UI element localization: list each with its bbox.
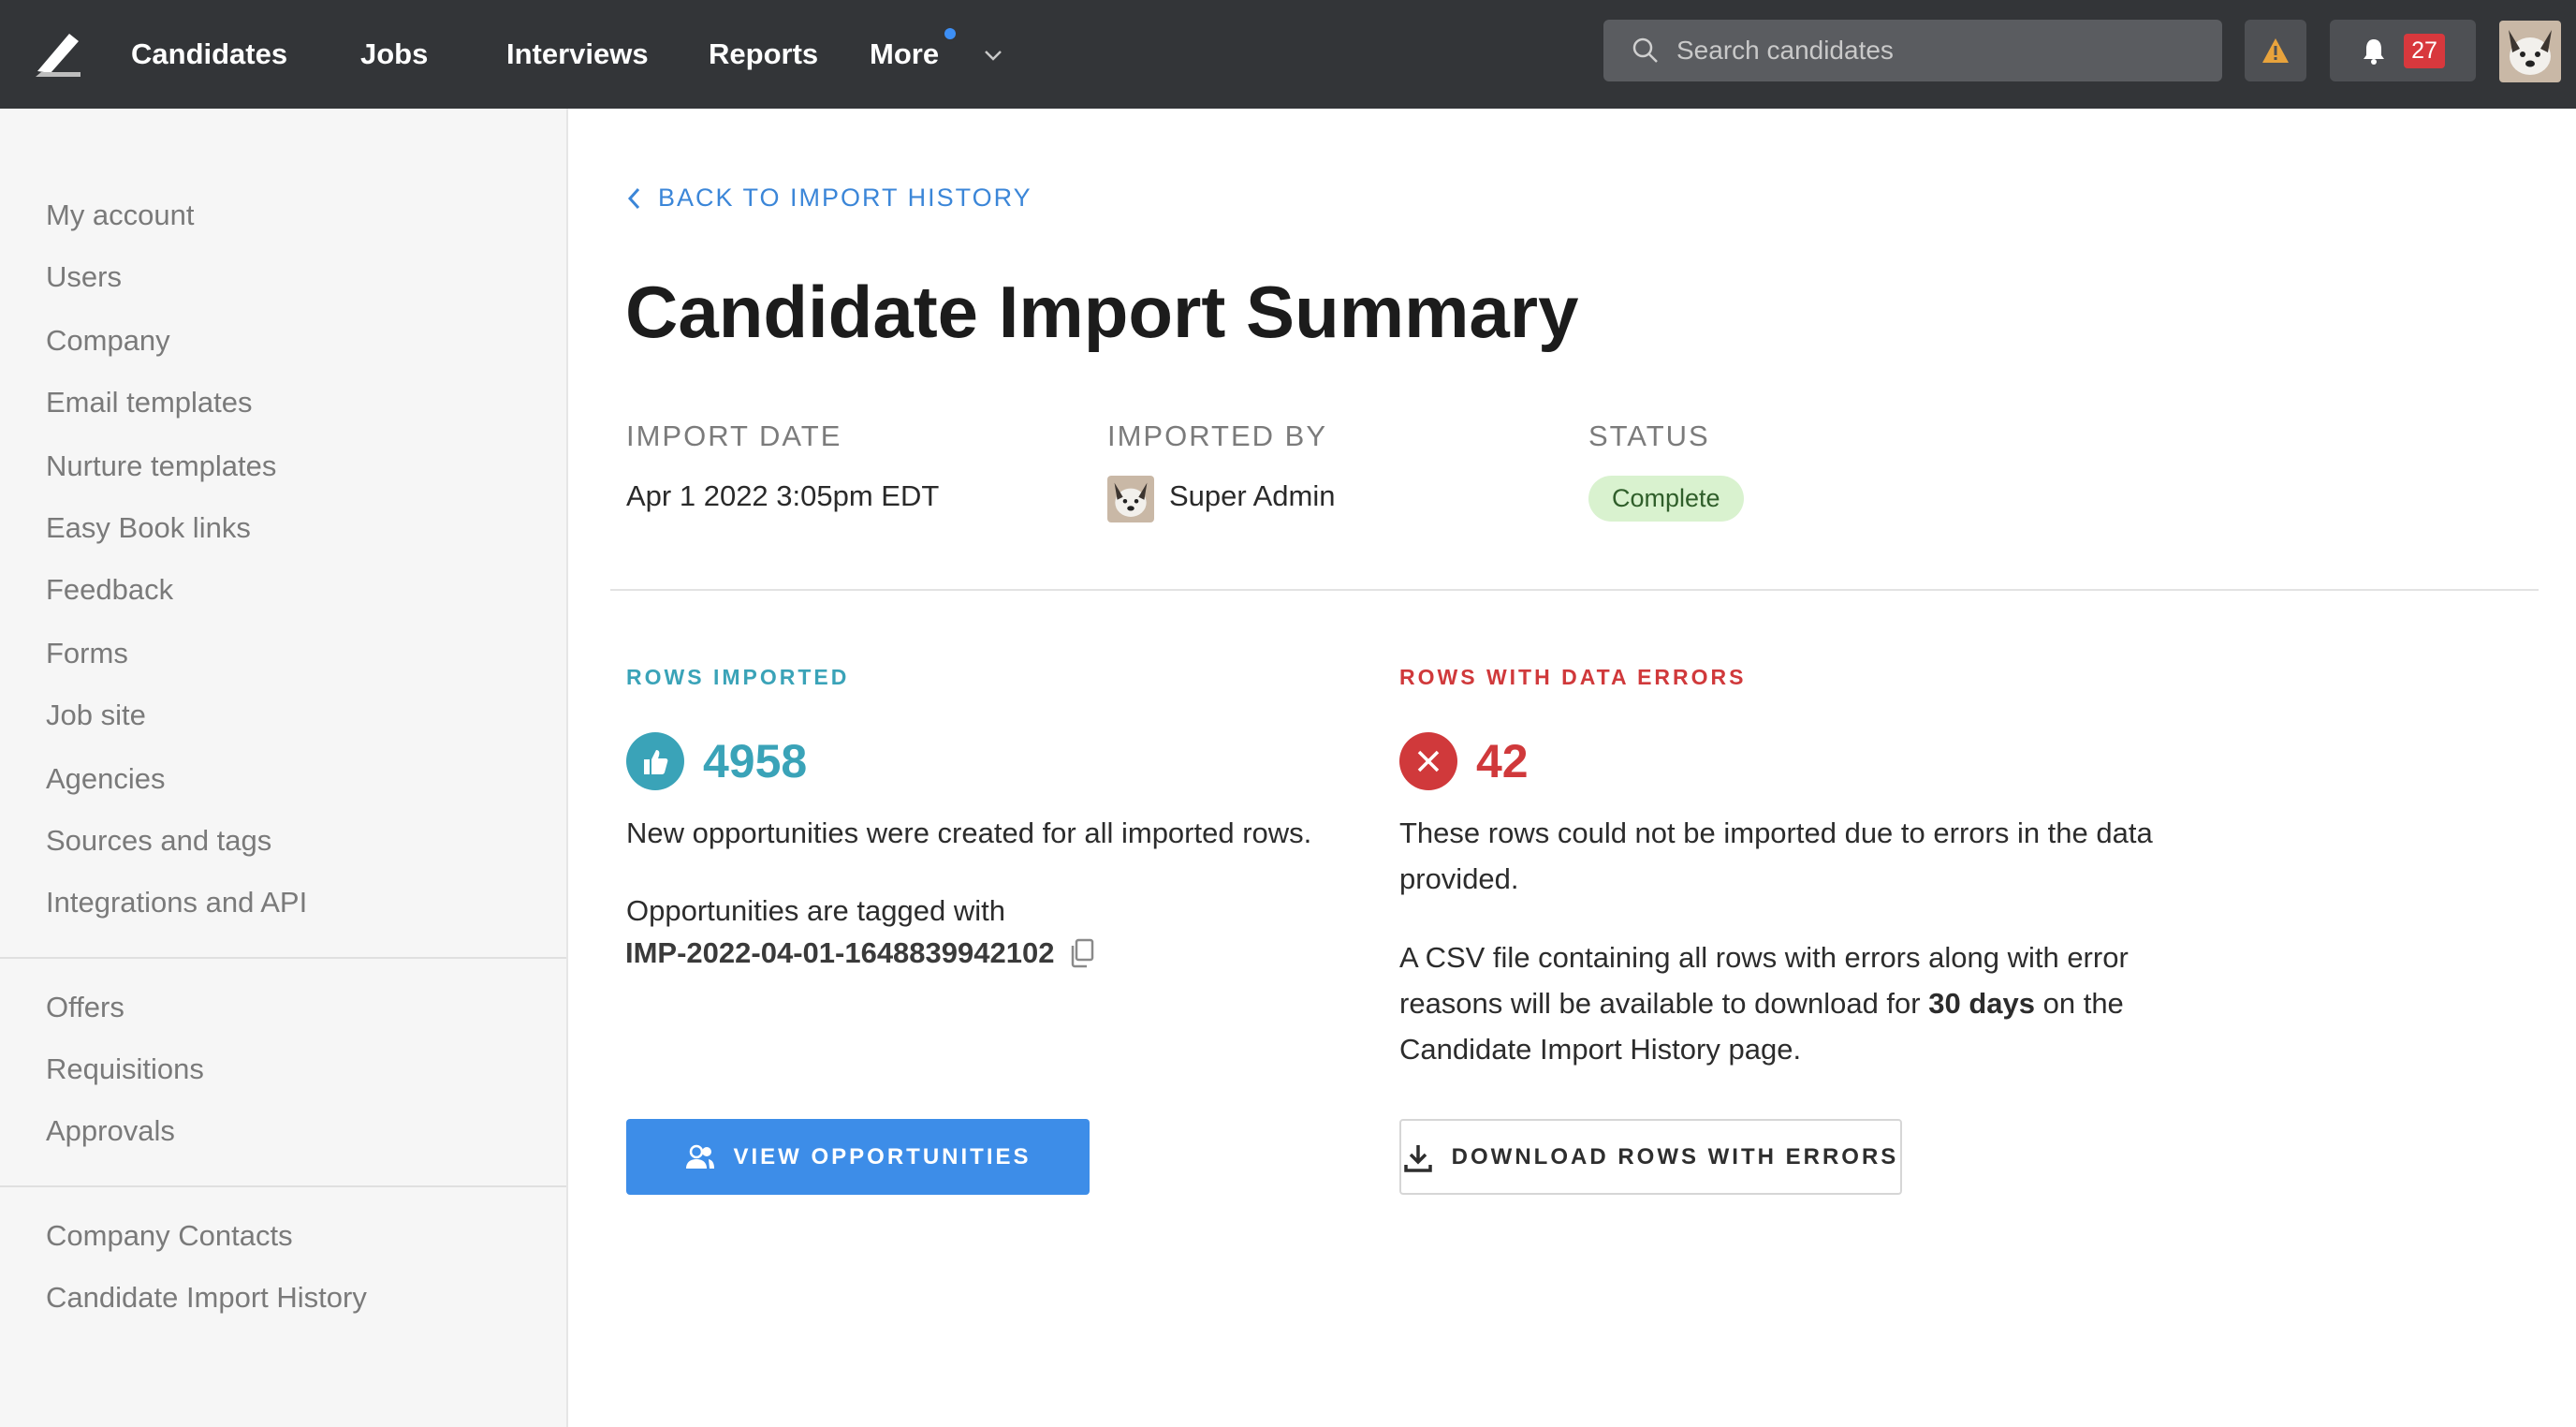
sidebar-item-company[interactable]: Company [46, 324, 170, 358]
sidebar-item-easy-book-links[interactable]: Easy Book links [46, 511, 251, 545]
search-icon [1632, 37, 1658, 63]
notification-count-badge: 27 [2404, 33, 2445, 68]
sidebar-item-users[interactable]: Users [46, 260, 122, 294]
sidebar-item-approvals[interactable]: Approvals [46, 1114, 175, 1148]
bell-icon [2364, 39, 2385, 65]
status-badge: Complete [1588, 476, 1744, 522]
nav-candidates[interactable]: Candidates [131, 0, 287, 109]
imported-by-value: Super Admin [1169, 479, 1336, 512]
rows-with-errors-count: 42 [1476, 735, 1529, 787]
download-rows-label: DOWNLOAD ROWS WITH ERRORS [1451, 1143, 1899, 1170]
search-box[interactable] [1603, 20, 2222, 81]
back-link-label: BACK TO IMPORT HISTORY [658, 184, 1032, 212]
rows-imported-count: 4958 [703, 735, 808, 787]
rows-imported-description: New opportunities were created for all i… [626, 816, 1312, 849]
sidebar-divider [0, 957, 566, 959]
download-icon [1403, 1144, 1432, 1172]
user-avatar[interactable] [2499, 21, 2561, 82]
rows-with-errors-label: ROWS WITH DATA ERRORS [1399, 665, 1747, 689]
chevron-down-icon[interactable] [983, 45, 1003, 66]
back-to-import-history-link[interactable]: BACK TO IMPORT HISTORY [626, 184, 1032, 213]
settings-sidebar: My account Users Company Email templates… [0, 109, 568, 1427]
rows-imported-stat: 4958 [626, 732, 807, 790]
errors-description-line-2: provided. [1399, 862, 1519, 895]
status-label: STATUS [1588, 419, 1710, 452]
tag-intro-text: Opportunities are tagged with [626, 894, 1005, 927]
sidebar-divider [0, 1185, 566, 1187]
download-rows-with-errors-button[interactable]: DOWNLOAD ROWS WITH ERRORS [1399, 1119, 1902, 1195]
imported-by-avatar [1107, 476, 1154, 522]
sidebar-item-feedback[interactable]: Feedback [46, 573, 173, 607]
sidebar-item-nurture-templates[interactable]: Nurture templates [46, 449, 276, 483]
view-opportunities-label: VIEW OPPORTUNITIES [733, 1143, 1032, 1170]
sidebar-item-requisitions[interactable]: Requisitions [46, 1052, 204, 1086]
thumbs-up-icon [626, 732, 684, 790]
sidebar-item-sources-and-tags[interactable]: Sources and tags [46, 824, 271, 858]
users-icon [686, 1144, 715, 1169]
imported-by-label: IMPORTED BY [1107, 419, 1328, 452]
nav-interviews[interactable]: Interviews [506, 0, 649, 109]
nav-jobs[interactable]: Jobs [360, 0, 428, 109]
view-opportunities-button[interactable]: VIEW OPPORTUNITIES [626, 1119, 1090, 1195]
lever-logo-icon[interactable] [32, 28, 84, 81]
sidebar-item-candidate-import-history[interactable]: Candidate Import History [46, 1281, 367, 1315]
dog-avatar-icon [1107, 476, 1154, 522]
more-indicator-dot [944, 28, 956, 39]
sidebar-item-forms[interactable]: Forms [46, 637, 128, 670]
chevron-left-icon [627, 187, 640, 209]
notifications-button[interactable]: 27 [2330, 20, 2476, 81]
csv-note-line-2-post: on the [2035, 987, 2124, 1020]
import-tag-value: IMP-2022-04-01-1648839942102 [625, 936, 1055, 969]
import-date-label: IMPORT DATE [626, 419, 842, 452]
csv-note-line-3: Candidate Import History page. [1399, 1033, 1802, 1066]
warning-icon [2262, 38, 2289, 63]
import-tag-line: IMP-2022-04-01-1648839942102 [625, 936, 1095, 970]
copy-icon[interactable] [1069, 938, 1095, 968]
sidebar-item-my-account[interactable]: My account [46, 199, 195, 232]
rows-with-errors-stat: 42 [1399, 732, 1529, 790]
errors-description-line-1: These rows could not be imported due to … [1399, 816, 2153, 849]
csv-note-line-2-pre: reasons will be available to download fo… [1399, 987, 1929, 1020]
sidebar-item-integrations-and-api[interactable]: Integrations and API [46, 886, 307, 919]
sidebar-item-email-templates[interactable]: Email templates [46, 386, 253, 419]
csv-note-line-1: A CSV file containing all rows with erro… [1399, 941, 2129, 974]
sidebar-item-agencies[interactable]: Agencies [46, 762, 166, 796]
csv-retention-period: 30 days [1928, 987, 2035, 1020]
sidebar-item-job-site[interactable]: Job site [46, 699, 146, 732]
sidebar-item-offers[interactable]: Offers [46, 991, 124, 1024]
section-divider [610, 589, 2539, 591]
sidebar-item-company-contacts[interactable]: Company Contacts [46, 1219, 293, 1253]
import-date-value: Apr 1 2022 3:05pm EDT [626, 479, 940, 512]
dog-avatar-icon [2499, 21, 2561, 82]
rows-with-errors-description: These rows could not be imported due to … [1399, 810, 2153, 902]
nav-more[interactable]: More [870, 0, 939, 109]
csv-availability-note: A CSV file containing all rows with erro… [1399, 934, 2129, 1072]
close-circle-icon [1399, 732, 1457, 790]
nav-reports[interactable]: Reports [709, 0, 818, 109]
warning-button[interactable] [2245, 20, 2306, 81]
page-title: Candidate Import Summary [625, 271, 1579, 353]
search-input[interactable] [1676, 36, 2201, 66]
top-navigation-bar: Candidates Jobs Interviews Reports More … [0, 0, 2576, 109]
rows-imported-label: ROWS IMPORTED [626, 665, 850, 689]
